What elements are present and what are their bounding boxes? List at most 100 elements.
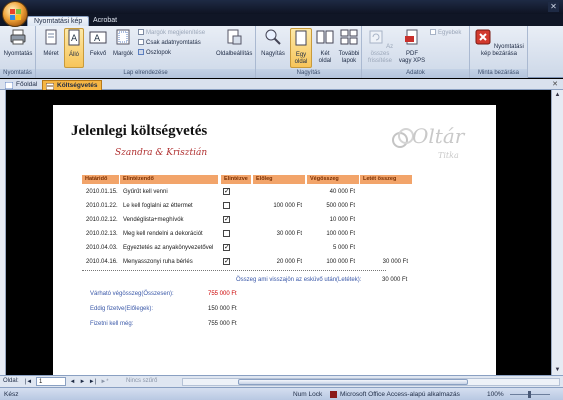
printer-icon bbox=[10, 29, 26, 45]
show-margins-checkbox[interactable]: Margók megjelenítése bbox=[138, 29, 205, 38]
access-app-icon bbox=[330, 391, 337, 398]
paid-label: Eddig fizetve(Előlegek): bbox=[90, 306, 154, 312]
group-print: Nyomtatás Nyomtatás bbox=[0, 26, 36, 78]
status-bar: Kész Num Lock Microsoft Office Access-al… bbox=[0, 387, 563, 400]
deposit-sum-value: 30 000 Ft bbox=[382, 277, 408, 283]
more-pages-button[interactable]: További lapok bbox=[337, 28, 361, 68]
checkbox-icon bbox=[138, 39, 144, 45]
document-tab-strip: Főoldal Költségvetés ✕ bbox=[0, 79, 563, 90]
portrait-button[interactable]: A Álló bbox=[64, 28, 84, 68]
deposit-sum-label: Összeg ami visszajön az esküvő után(Leté… bbox=[236, 277, 362, 283]
header-deposit: Letét összeg bbox=[360, 175, 412, 184]
status-numlock: Num Lock bbox=[293, 391, 323, 398]
margins-button[interactable]: Margók bbox=[111, 28, 135, 68]
print-button[interactable]: Nyomtatás bbox=[2, 28, 34, 68]
table-row: 2010.01.15. Gyűrűt kell venni ✓ 40 000 F… bbox=[86, 188, 355, 195]
table-row: 2010.02.12. Vendéglista+meghívók ✓ 10 00… bbox=[86, 216, 355, 223]
done-checkbox[interactable] bbox=[223, 230, 230, 237]
two-pages-icon bbox=[316, 30, 334, 44]
size-button[interactable]: Méret bbox=[41, 28, 61, 68]
scroll-up-icon[interactable]: ▲ bbox=[552, 90, 563, 100]
report-page: Jelenlegi költségvetés Szandra & Kriszti… bbox=[53, 105, 496, 390]
one-page-button[interactable]: Egy oldal bbox=[290, 28, 312, 68]
two-pages-button[interactable]: Két oldal bbox=[314, 28, 336, 68]
form-icon bbox=[5, 82, 13, 89]
record-navigation-bar: Oldal: |◄ 1 ◄ ► ►| ►* Nincs szűrő bbox=[0, 375, 563, 387]
navigation-pane-collapsed[interactable] bbox=[0, 90, 6, 375]
first-page-button[interactable]: |◄ bbox=[24, 378, 33, 386]
title-bar: ✕ bbox=[0, 0, 563, 14]
done-checkbox[interactable] bbox=[223, 202, 230, 209]
window-close-button[interactable]: ✕ bbox=[548, 2, 559, 12]
scroll-thumb[interactable] bbox=[238, 379, 468, 385]
tab-print-preview[interactable]: Nyomtatási kép bbox=[27, 16, 90, 26]
last-page-button[interactable]: ►| bbox=[88, 378, 97, 386]
checkbox-icon bbox=[138, 29, 144, 35]
report-title: Jelenlegi költségvetés bbox=[71, 123, 208, 139]
group-page-layout: Méret A Álló A Fekvő Margók Margók megje… bbox=[36, 26, 256, 78]
header-advance: Előleg bbox=[253, 175, 305, 184]
header-total: Végösszeg bbox=[307, 175, 359, 184]
done-checkbox[interactable]: ✓ bbox=[223, 244, 230, 251]
data-only-checkbox[interactable]: Csak adatnyomtatás bbox=[138, 39, 201, 48]
doc-tab-budget[interactable]: Költségvetés bbox=[42, 80, 103, 90]
margins-icon bbox=[116, 29, 130, 45]
to-pay-label: Fizetni kell még: bbox=[90, 321, 134, 327]
to-pay-value: 755 000 Ft bbox=[208, 321, 237, 327]
refresh-icon bbox=[369, 30, 383, 44]
columns-icon bbox=[138, 49, 144, 55]
prev-page-button[interactable]: ◄ bbox=[68, 378, 77, 386]
status-ready: Kész bbox=[4, 391, 19, 398]
close-document-icon[interactable]: ✕ bbox=[552, 80, 558, 88]
scroll-down-icon[interactable]: ▼ bbox=[552, 365, 563, 375]
ribbon: Nyomtatás Nyomtatás Méret A Álló A Fekvő… bbox=[0, 26, 563, 78]
divider bbox=[82, 270, 386, 271]
pdf-xps-button[interactable]: PDF vagy XPS bbox=[398, 28, 426, 68]
close-preview-button[interactable]: Nyomtatási kép bezárása bbox=[473, 28, 525, 68]
page-setup-button[interactable]: Oldalbeállítás bbox=[216, 28, 252, 68]
report-icon bbox=[46, 83, 54, 90]
landscape-page-icon: A bbox=[89, 31, 107, 44]
refresh-all-button[interactable]: Az összes frissítése bbox=[365, 28, 395, 68]
more-icon bbox=[430, 29, 436, 35]
office-button[interactable] bbox=[2, 1, 28, 27]
page-label: Oldal: bbox=[3, 378, 19, 384]
status-app-name: Microsoft Office Access-alapú alkalmazás bbox=[340, 391, 460, 398]
doc-tab-home[interactable]: Főoldal bbox=[2, 80, 41, 90]
page-size-icon bbox=[45, 29, 57, 45]
table-row: 2010.02.13. Meg kell rendelni a dekoráci… bbox=[86, 230, 355, 237]
table-row: 2010.04.03. Egyeztetés az anyakönyvezető… bbox=[86, 244, 355, 251]
group-close: Nyomtatási kép bezárása Minta bezárása bbox=[470, 26, 528, 78]
vertical-scrollbar[interactable]: ▲ ▼ bbox=[551, 90, 563, 375]
page-number-input[interactable]: 1 bbox=[36, 377, 66, 386]
table-row: 2010.04.16. Menyasszonyi ruha bérlés ✓ 2… bbox=[86, 258, 408, 265]
oltar-logo: Oltár Titka bbox=[390, 120, 470, 165]
columns-button[interactable]: Oszlopok bbox=[138, 49, 171, 58]
done-checkbox[interactable]: ✓ bbox=[223, 188, 230, 195]
group-zoom: Nagyítás Egy oldal Két oldal További lapok bbox=[256, 26, 362, 78]
next-page-button[interactable]: ► bbox=[78, 378, 87, 386]
done-checkbox[interactable]: ✓ bbox=[223, 216, 230, 223]
svg-text:A: A bbox=[71, 34, 78, 44]
expected-total-label: Várható végösszeg(Összesen): bbox=[90, 291, 174, 297]
close-preview-icon bbox=[475, 29, 491, 45]
group-data: Az összes frissítése PDF vagy XPS Egyebek … bbox=[362, 26, 470, 78]
more-pages-icon bbox=[340, 29, 358, 45]
zoom-button[interactable]: Nagyítás bbox=[259, 28, 287, 68]
office-logo-icon bbox=[10, 9, 21, 20]
tab-acrobat[interactable]: Acrobat bbox=[87, 16, 123, 26]
one-page-icon bbox=[295, 30, 307, 46]
more-button[interactable]: Egyebek bbox=[430, 29, 461, 38]
zoom-level[interactable]: 100% bbox=[487, 391, 504, 398]
no-filter-indicator[interactable]: Nincs szűrő bbox=[126, 378, 157, 384]
header-date: Határidő bbox=[82, 175, 119, 184]
horizontal-scrollbar[interactable] bbox=[182, 378, 560, 386]
magnifier-icon bbox=[265, 29, 281, 45]
portrait-page-icon: A bbox=[68, 29, 80, 46]
new-record-button[interactable]: ►* bbox=[100, 378, 109, 386]
done-checkbox[interactable]: ✓ bbox=[223, 258, 230, 265]
svg-text:A: A bbox=[94, 34, 101, 44]
zoom-slider-knob[interactable] bbox=[528, 391, 531, 398]
landscape-button[interactable]: A Fekvő bbox=[87, 28, 109, 68]
table-row: 2010.01.22. Le kell foglalni az éttermet… bbox=[86, 202, 355, 209]
